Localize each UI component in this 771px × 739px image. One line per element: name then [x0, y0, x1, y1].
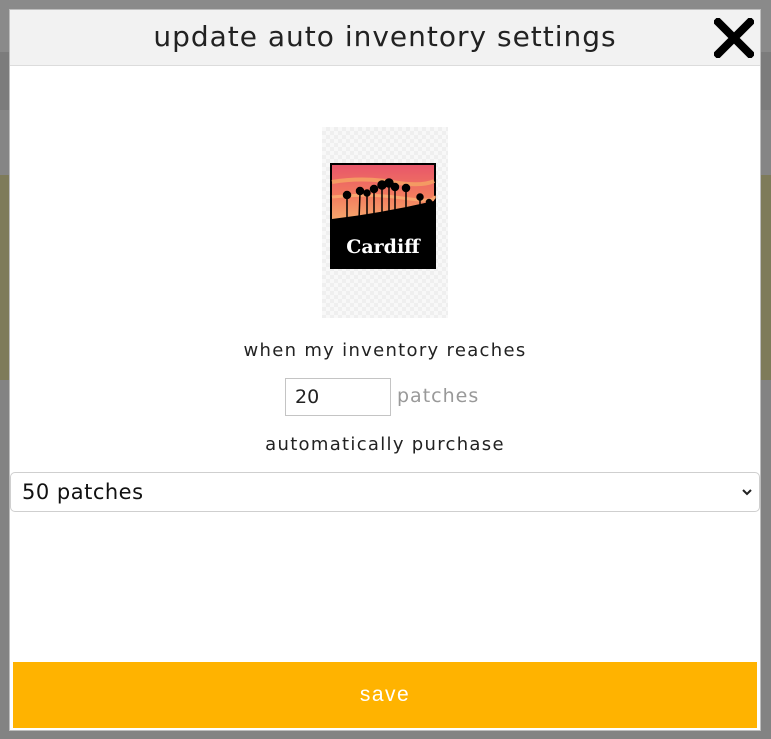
close-icon	[712, 16, 756, 60]
threshold-unit-label: patches	[397, 385, 480, 407]
close-button[interactable]	[712, 16, 756, 60]
patch-image: Cardiff	[322, 127, 448, 318]
chevron-down-icon	[742, 489, 752, 496]
save-button[interactable]: save	[13, 662, 757, 728]
purchase-quantity-select[interactable]: 50 patches	[10, 472, 760, 512]
modal-title: update auto inventory settings	[153, 20, 617, 53]
threshold-input[interactable]	[285, 378, 391, 416]
svg-text:Cardiff: Cardiff	[346, 236, 421, 258]
purchase-quantity-value: 50 patches	[22, 480, 144, 504]
save-label: save	[359, 683, 411, 706]
modal-header: update auto inventory settings	[10, 10, 760, 66]
purchase-prompt: automatically purchase	[265, 434, 505, 455]
auto-inventory-modal: update auto inventory settings Cardiff w…	[9, 9, 761, 731]
threshold-prompt: when my inventory reaches	[243, 340, 527, 361]
